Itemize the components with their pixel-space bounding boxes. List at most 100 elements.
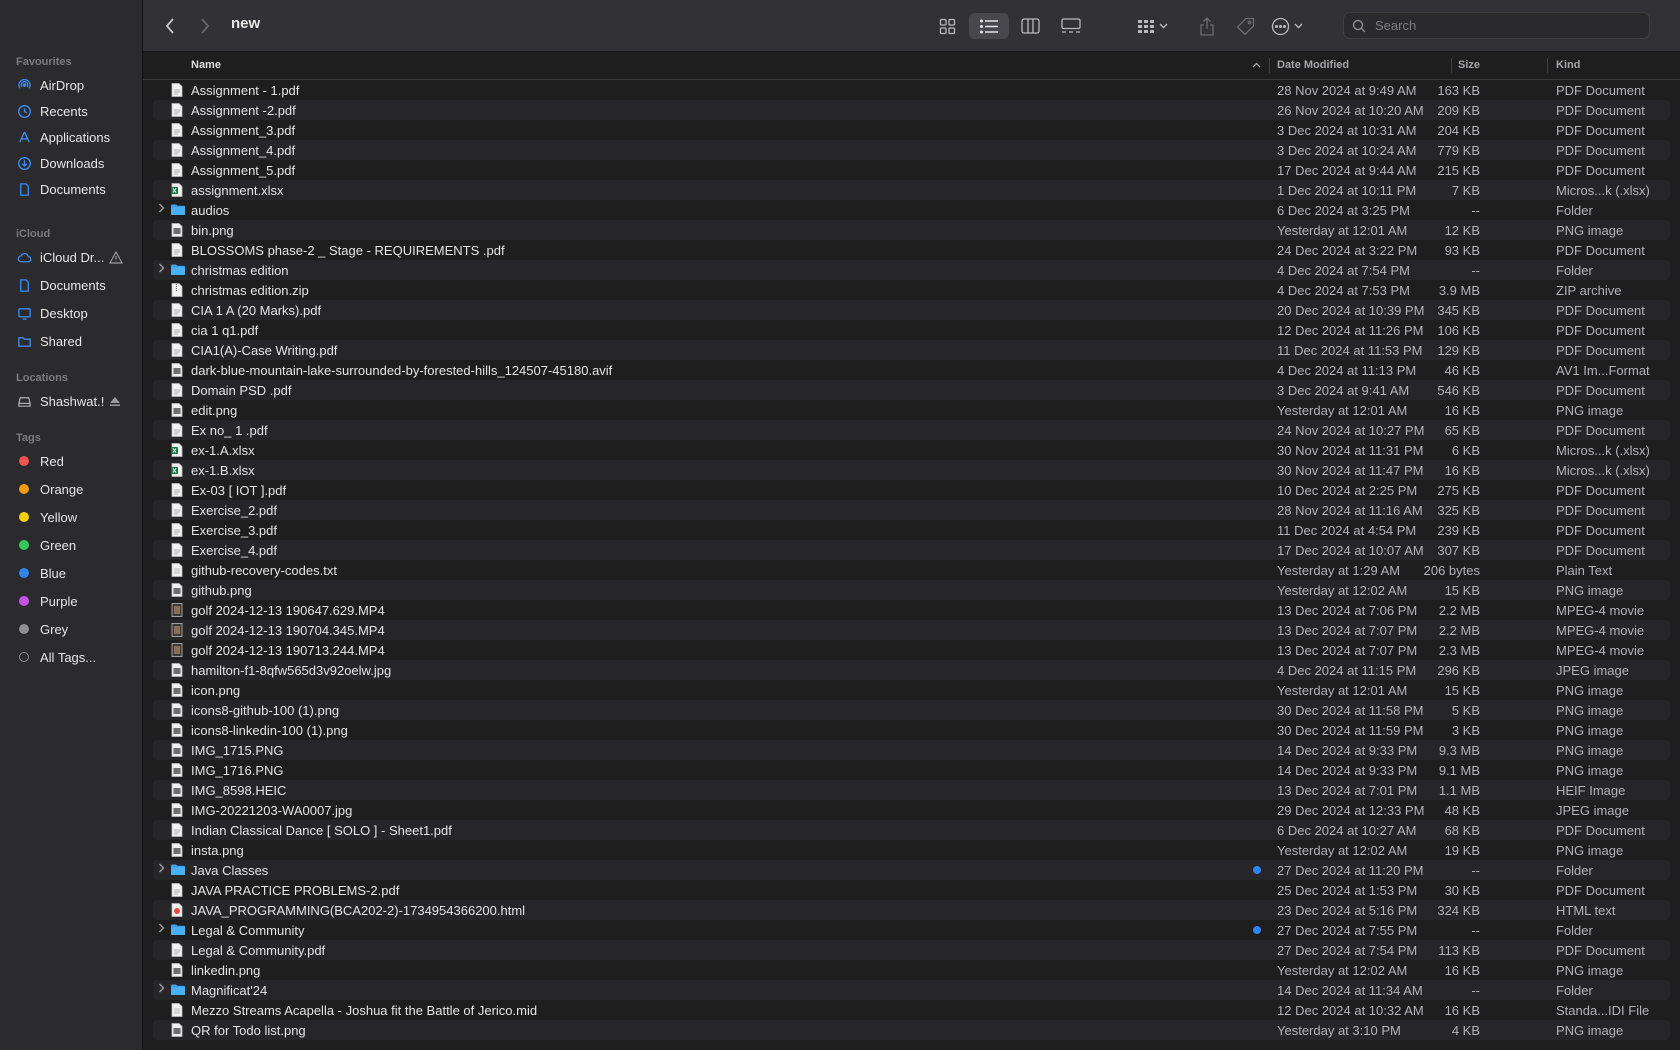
sidebar-item-desktop[interactable]: Desktop (16, 302, 138, 324)
file-row[interactable]: IMG-20221203-WA0007.jpg 29 Dec 2024 at 12… (153, 800, 1670, 820)
sidebar-tag-green[interactable]: Green (16, 534, 138, 556)
file-row[interactable]: BLOSSOMS phase-2 _ Stage - REQUIREMENTS … (153, 240, 1670, 260)
sidebar-tag-grey[interactable]: Grey (16, 618, 138, 640)
group-button[interactable] (1130, 13, 1174, 39)
column-date-header[interactable]: Date Modified (1277, 59, 1349, 71)
file-row[interactable]: linkedin.png Yesterday at 12:02 AM 16 KB PN… (153, 960, 1670, 980)
sidebar-tag-orange[interactable]: Orange (16, 478, 138, 500)
disclosure-chevron-icon[interactable] (158, 923, 165, 936)
file-name: Java Classes (191, 863, 269, 878)
file-row[interactable]: icon.png Yesterday at 12:01 AM 15 KB PNG im… (153, 680, 1670, 700)
search-input[interactable] (1373, 17, 1637, 34)
file-row[interactable]: icons8-linkedin-100 (1).png 30 Dec 2024 a… (153, 720, 1670, 740)
file-row[interactable]: christmas edition 4 Dec 2024 at 7:54 PM --… (153, 260, 1670, 280)
gallery-view-button[interactable] (1054, 13, 1088, 39)
file-row[interactable]: christmas edition.zip 4 Dec 2024 at 7:53 … (153, 280, 1670, 300)
sidebar-item-downloads[interactable]: Downloads (16, 152, 138, 174)
sidebar-item-label: Applications (40, 129, 111, 145)
eject-icon[interactable] (109, 396, 121, 407)
file-row[interactable]: Ex-03 [ IOT ].pdf 10 Dec 2024 at 2:25 PM 2… (153, 480, 1670, 500)
file-row[interactable]: JAVA_PROGRAMMING(BCA202-2)-1734954366200… (153, 900, 1670, 920)
file-row[interactable]: Assignment_4.pdf 3 Dec 2024 at 10:24 AM 77… (153, 140, 1670, 160)
column-kind-header[interactable]: Kind (1556, 59, 1580, 71)
disclosure-chevron-icon[interactable] (158, 983, 165, 996)
file-row[interactable]: github.png Yesterday at 12:02 AM 15 KB PNG … (153, 580, 1670, 600)
file-row[interactable]: Assignment -2.pdf 26 Nov 2024 at 10:20 AM… (153, 100, 1670, 120)
sidebar-item-shared[interactable]: Shared (16, 330, 138, 352)
file-row[interactable]: Legal & Community 27 Dec 2024 at 7:55 PM -… (153, 920, 1670, 940)
column-divider[interactable] (1269, 58, 1270, 73)
search-field[interactable] (1343, 12, 1650, 39)
file-row[interactable]: Legal & Community.pdf 27 Dec 2024 at 7:54… (153, 940, 1670, 960)
file-row[interactable]: golf 2024-12-13 190647.629.MP4 13 Dec 202… (153, 600, 1670, 620)
more-actions-button[interactable] (1265, 13, 1309, 39)
file-row[interactable]: edit.png Yesterday at 12:01 AM 16 KB PNG im… (153, 400, 1670, 420)
disclosure-chevron-icon[interactable] (158, 263, 165, 276)
file-row[interactable]: ex-1.A.xlsx 30 Nov 2024 at 11:31 PM 6 KB Mi… (153, 440, 1670, 460)
file-row[interactable]: Ex no_ 1 .pdf 24 Nov 2024 at 10:27 PM 65 K… (153, 420, 1670, 440)
file-row[interactable]: dark-blue-mountain-lake-surrounded-by-fo… (153, 360, 1670, 380)
sidebar-tag-red[interactable]: Red (16, 450, 138, 472)
file-row[interactable]: Exercise_4.pdf 17 Dec 2024 at 10:07 AM 307… (153, 540, 1670, 560)
back-button[interactable] (158, 13, 182, 39)
file-date-modified: 30 Nov 2024 at 11:31 PM (1277, 443, 1424, 458)
sidebar-tag-yellow[interactable]: Yellow (16, 506, 138, 528)
tag-button[interactable] (1232, 13, 1258, 39)
column-divider[interactable] (1451, 58, 1452, 73)
column-size-header[interactable]: Size (1458, 59, 1480, 71)
share-button[interactable] (1194, 13, 1220, 39)
sidebar-tag-blue[interactable]: Blue (16, 562, 138, 584)
file-row[interactable]: Exercise_3.pdf 11 Dec 2024 at 4:54 PM 239 … (153, 520, 1670, 540)
icon-view-button[interactable] (930, 13, 964, 39)
column-name-header[interactable]: Name (191, 59, 221, 71)
disclosure-chevron-icon[interactable] (158, 203, 165, 216)
file-row[interactable]: cia 1 q1.pdf 12 Dec 2024 at 11:26 PM 106 K… (153, 320, 1670, 340)
file-row[interactable]: IMG_8598.HEIC 13 Dec 2024 at 7:01 PM 1.1 M… (153, 780, 1670, 800)
file-row[interactable]: hamilton-f1-8qfw565d3v92oelw.jpg 4 Dec 20… (153, 660, 1670, 680)
file-row[interactable]: Domain PSD .pdf 3 Dec 2024 at 9:41 AM 546 … (153, 380, 1670, 400)
sidebar-all-tags[interactable]: All Tags... (16, 646, 138, 668)
file-row[interactable]: icons8-github-100 (1).png 30 Dec 2024 at … (153, 700, 1670, 720)
file-row[interactable]: bin.png Yesterday at 12:01 AM 12 KB PNG ima… (153, 220, 1670, 240)
file-row[interactable]: JAVA PRACTICE PROBLEMS-2.pdf 25 Dec 2024 … (153, 880, 1670, 900)
file-row[interactable]: Indian Classical Dance [ SOLO ] - Sheet1… (153, 820, 1670, 840)
sidebar-item-label: Orange (40, 481, 84, 497)
sidebar-item-icloud-drive[interactable]: iCloud Dr... (16, 246, 138, 268)
sidebar-item-recents[interactable]: Recents (16, 100, 138, 122)
pdf-file-icon (171, 103, 183, 117)
file-row[interactable]: golf 2024-12-13 190704.345.MP4 13 Dec 202… (153, 620, 1670, 640)
file-row[interactable]: Assignment_5.pdf 17 Dec 2024 at 9:44 AM 21… (153, 160, 1670, 180)
forward-button[interactable] (193, 13, 217, 39)
column-view-button[interactable] (1013, 13, 1047, 39)
file-row[interactable]: audios 6 Dec 2024 at 3:25 PM -- Folder (153, 200, 1670, 220)
disclosure-chevron-icon[interactable] (158, 863, 165, 876)
sidebar-item-documents[interactable]: Documents (16, 178, 138, 200)
file-row[interactable]: github-recovery-codes.txt Yesterday at 1:… (153, 560, 1670, 580)
file-row[interactable]: assignment.xlsx 1 Dec 2024 at 10:11 PM 7 K… (153, 180, 1670, 200)
sidebar-item-shashwat[interactable]: Shashwat.! (16, 390, 138, 412)
file-row[interactable]: IMG_1715.PNG 14 Dec 2024 at 9:33 PM 9.3 MB… (153, 740, 1670, 760)
file-row[interactable]: QR for Todo list.png Yesterday at 3:10 PM… (153, 1020, 1670, 1040)
file-row[interactable]: insta.png Yesterday at 12:02 AM 19 KB PNG i… (153, 840, 1670, 860)
file-row[interactable]: CIA 1 A (20 Marks).pdf 20 Dec 2024 at 10:… (153, 300, 1670, 320)
sidebar-item-airdrop[interactable]: AirDrop (16, 74, 138, 96)
file-row[interactable]: CIA1(A)-Case Writing.pdf 11 Dec 2024 at 1… (153, 340, 1670, 360)
file-row[interactable]: golf 2024-12-13 190713.244.MP4 13 Dec 202… (153, 640, 1670, 660)
sidebar-item-applications[interactable]: Applications (16, 126, 138, 148)
file-row[interactable]: Magnificat'24 14 Dec 2024 at 11:34 AM -- Fo… (153, 980, 1670, 1000)
file-row[interactable]: Assignment - 1.pdf 28 Nov 2024 at 9:49 AM… (153, 80, 1670, 100)
file-row[interactable]: Exercise_2.pdf 28 Nov 2024 at 11:16 AM 325… (153, 500, 1670, 520)
file-date-modified: 10 Dec 2024 at 2:25 PM (1277, 483, 1418, 498)
file-row[interactable]: Assignment_3.pdf 3 Dec 2024 at 10:31 AM 20… (153, 120, 1670, 140)
sidebar-tag-purple[interactable]: Purple (16, 590, 138, 612)
column-divider[interactable] (1547, 58, 1548, 73)
file-kind: Micros...k (.xlsx) (1556, 463, 1650, 478)
file-date-modified: 26 Nov 2024 at 10:20 AM (1277, 103, 1424, 118)
list-view-button[interactable] (969, 13, 1009, 39)
sidebar-item-icloud-documents[interactable]: Documents (16, 274, 138, 296)
file-row[interactable]: IMG_1716.PNG 14 Dec 2024 at 9:33 PM 9.1 MB… (153, 760, 1670, 780)
file-row[interactable]: ex-1.B.xlsx 30 Nov 2024 at 11:47 PM 16 KB M… (153, 460, 1670, 480)
file-row[interactable]: Mezzo Streams Acapella - Joshua fit the … (153, 1000, 1670, 1020)
file-kind: PDF Document (1556, 123, 1645, 138)
file-row[interactable]: Java Classes 27 Dec 2024 at 11:20 PM -- Fol… (153, 860, 1670, 880)
